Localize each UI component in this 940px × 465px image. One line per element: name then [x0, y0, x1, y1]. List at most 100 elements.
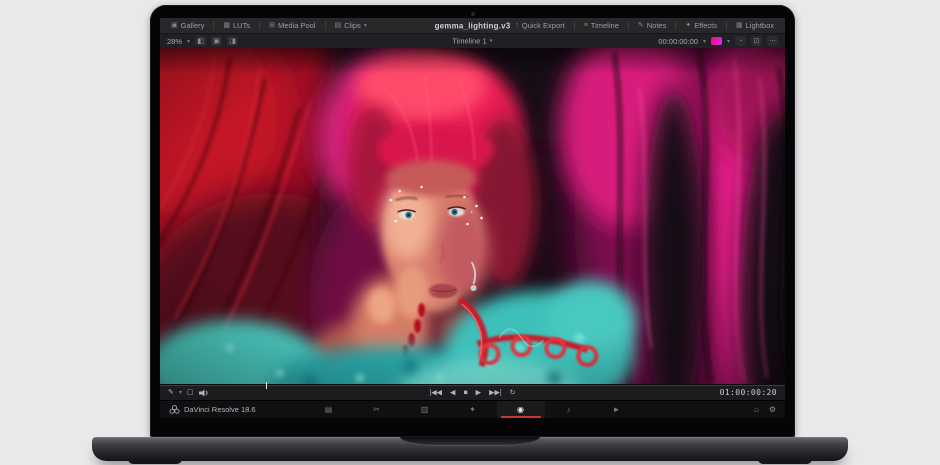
top-toolbar: ▣ Gallery ▦ LUTs ⊞ Media Pool: [160, 18, 785, 33]
laptop-foot: [128, 459, 182, 464]
effects-label: Effects: [694, 22, 717, 30]
project-title-wrap: gemma_lighting.v3: [435, 21, 511, 30]
page-bar-right-group: ⌂ ⚙: [754, 405, 776, 414]
page-tab-media[interactable]: ▤: [305, 401, 353, 418]
effects-button[interactable]: ✦ Effects: [681, 20, 721, 32]
luts-icon: ▦: [223, 22, 230, 29]
toolbar-separator: [574, 21, 575, 30]
source-timecode[interactable]: 00:00:00:00: [658, 37, 698, 46]
page-tab-color[interactable]: ◉: [497, 401, 545, 418]
chevron-down-icon: ▾: [490, 38, 493, 45]
fairlight-page-icon: ♪: [567, 405, 571, 414]
speaker-icon[interactable]: [199, 389, 209, 397]
gallery-label: Gallery: [181, 22, 205, 30]
image-wipe-icon[interactable]: ▣: [211, 36, 222, 46]
gallery-button[interactable]: ▣ Gallery: [167, 20, 208, 32]
page-tab-cut[interactable]: ✂: [353, 401, 401, 418]
lightbox-label: Lightbox: [746, 22, 774, 30]
more-options-icon[interactable]: ⋯: [767, 36, 778, 46]
edit-tool-icon[interactable]: ✎: [168, 389, 174, 396]
webcam-dot: [471, 12, 475, 16]
toolbar-separator: [675, 21, 676, 30]
timeline-scrubber[interactable]: [160, 385, 785, 386]
color-wheel-icon[interactable]: ◔: [735, 36, 746, 46]
clips-button[interactable]: ▤ Clips ▾: [331, 20, 371, 32]
timeline-view-button[interactable]: ≡ Timeline: [580, 20, 623, 32]
toolbar-separator: [325, 21, 326, 30]
transport-controls: |◀◀ ◀ ■ ▶ ▶▶| ↻: [429, 389, 515, 396]
zoom-chevron-icon[interactable]: ▾: [187, 38, 190, 45]
settings-gear-icon[interactable]: ⚙: [769, 405, 776, 414]
quick-export-button[interactable]: ↑ Quick Export: [511, 20, 568, 32]
toolbar-separator: [726, 21, 727, 30]
transport-left-group: ✎ ▾ ▢: [168, 389, 209, 397]
project-title: gemma_lighting.v3: [435, 21, 511, 30]
timeline-selector[interactable]: Timeline 1 ▾: [452, 37, 492, 46]
effects-icon: ✦: [685, 22, 691, 29]
toolbar-separator: [213, 21, 214, 30]
media-page-icon: ▤: [325, 405, 333, 414]
luts-button[interactable]: ▦ LUTs: [219, 20, 254, 32]
stop-button[interactable]: ■: [463, 389, 467, 396]
zoom-level[interactable]: 28%: [167, 37, 182, 46]
quick-export-label: Quick Export: [522, 22, 565, 30]
edit-page-icon: ▥: [421, 405, 429, 414]
timeline-label: Timeline: [591, 22, 619, 30]
lightbox-icon: ▦: [736, 22, 743, 29]
laptop-base: [92, 437, 848, 461]
play-button[interactable]: ▶: [476, 389, 481, 396]
cut-page-icon: ✂: [373, 405, 380, 414]
laptop-lid: ▣ Gallery ▦ LUTs ⊞ Media Pool: [150, 5, 795, 437]
deliver-page-icon: ►: [613, 405, 621, 414]
swatch-chevron-icon[interactable]: ▾: [727, 38, 730, 45]
bypass-grade-icon[interactable]: ◨: [227, 36, 238, 46]
desktop-background: ▣ Gallery ▦ LUTs ⊞ Media Pool: [0, 0, 940, 465]
playhead-marker[interactable]: [266, 382, 267, 389]
media-pool-icon: ⊞: [269, 22, 275, 29]
color-page-icon: ◉: [517, 405, 524, 414]
toolbar-left-group: ▣ Gallery ▦ LUTs ⊞ Media Pool: [167, 20, 371, 32]
lid-lift-notch: [400, 437, 540, 446]
toolbar-separator: [259, 21, 260, 30]
page-tabs: ▤ ✂ ▥ ✦ ◉ ♪ ►: [305, 401, 641, 418]
clips-label: Clips: [344, 22, 361, 30]
edit-tool-chevron-icon[interactable]: ▾: [179, 389, 182, 396]
page-tab-edit[interactable]: ▥: [401, 401, 449, 418]
page-tab-deliver[interactable]: ►: [593, 401, 641, 418]
vignette: [160, 48, 785, 384]
quick-export-icon: ↑: [515, 22, 519, 29]
page-tab-fusion[interactable]: ✦: [449, 401, 497, 418]
viewer-right-controls: 00:00:00:00 ▾ ▾ ◔ ⊡ ⋯: [658, 36, 778, 46]
clip-icon[interactable]: ▢: [187, 389, 194, 396]
viewer-left-controls: 28% ▾ ◧ ▣ ◨: [167, 36, 238, 46]
home-icon[interactable]: ⌂: [754, 405, 759, 414]
lightbox-button[interactable]: ▦ Lightbox: [732, 20, 778, 32]
gallery-icon: ▣: [171, 22, 178, 29]
step-back-button[interactable]: ◀: [450, 389, 455, 396]
media-pool-button[interactable]: ⊞ Media Pool: [265, 20, 319, 32]
grade-swatch-icon[interactable]: [711, 37, 722, 45]
skip-to-start-button[interactable]: |◀◀: [429, 389, 442, 396]
davinci-resolve-window: ▣ Gallery ▦ LUTs ⊞ Media Pool: [160, 18, 785, 418]
split-screen-icon[interactable]: ◧: [195, 36, 206, 46]
timecode-chevron-icon[interactable]: ▾: [703, 38, 706, 45]
expand-viewer-icon[interactable]: ⊡: [751, 36, 762, 46]
page-tab-fairlight[interactable]: ♪: [545, 401, 593, 418]
page-bar: DaVinci Resolve 18.6 ▤ ✂ ▥ ✦ ◉ ♪ ► ⌂ ⚙: [160, 400, 785, 418]
loop-button[interactable]: ↻: [510, 389, 516, 396]
skip-to-end-button[interactable]: ▶▶|: [489, 389, 502, 396]
app-branding: DaVinci Resolve 18.6: [169, 405, 256, 414]
media-pool-label: Media Pool: [278, 22, 316, 30]
chevron-down-icon: ▾: [364, 23, 367, 29]
app-version-label: DaVinci Resolve 18.6: [184, 405, 256, 414]
viewer-image: [160, 48, 785, 384]
clips-icon: ▤: [335, 22, 342, 29]
davinci-resolve-logo-icon: [169, 405, 180, 414]
timeline-name: Timeline 1: [452, 37, 486, 46]
toolbar-right-group: ↑ Quick Export ≡ Timeline ✎ Notes: [511, 20, 778, 32]
notes-label: Notes: [647, 22, 667, 30]
notes-button[interactable]: ✎ Notes: [634, 20, 670, 32]
record-timecode[interactable]: 01:00:00:20: [720, 388, 777, 397]
toolbar-separator: [628, 21, 629, 30]
transport-bar: ✎ ▾ ▢ |◀◀ ◀ ■ ▶ ▶▶| ↻: [160, 384, 785, 400]
